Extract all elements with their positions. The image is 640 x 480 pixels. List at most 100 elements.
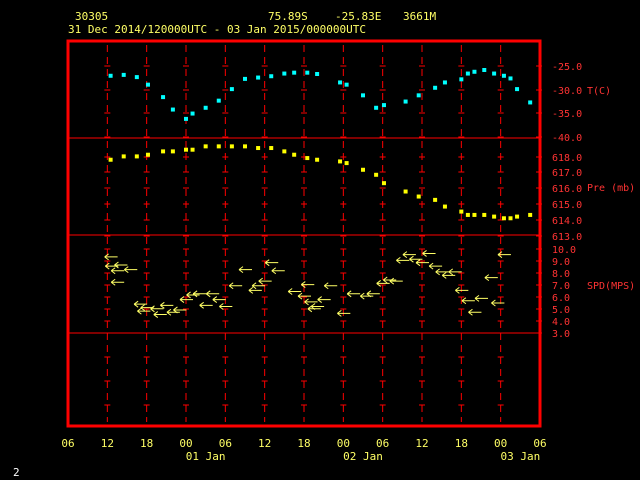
y-tick-label: 617.0 [552,168,582,179]
x-tick-label: 06 [533,437,546,450]
wind-arrow [402,251,416,258]
pressure-point [216,144,221,149]
temperature-point [145,82,150,87]
wind-arrow [346,290,361,298]
temperature-point [374,105,379,110]
y-tick-label: 616.0 [552,184,582,195]
pressure-point [229,144,234,149]
panel-label-wind_speed: SPD(MPS) [587,281,635,292]
wind-arrow [192,290,207,298]
wind-arrow [484,274,498,282]
wind-arrow [110,278,125,286]
x-tick-label: 00 [494,437,507,450]
pressure-point [203,144,208,149]
pressure-point [508,216,513,221]
pressure-point [305,156,310,161]
wind-arrow [110,267,125,275]
pressure-point [134,154,139,159]
wind-arrow [199,301,213,309]
pressure-point [433,197,438,202]
x-day-label: 02 Jan [343,450,383,463]
pressure-point [145,152,150,157]
temperature-point [465,71,470,76]
temperature-point [442,80,447,85]
pressure-point [459,209,464,214]
pressure-point [515,214,520,219]
pressure-point [416,194,421,199]
wind-arrow [287,288,302,295]
temperature-point [282,71,287,76]
wind-arrow [160,301,174,309]
page-number: 2 [13,466,20,479]
panel-label-temperature: T(C) [587,86,611,97]
wind-arrow [123,266,138,273]
pressure-point [472,212,477,217]
x-tick-label: 12 [415,437,428,450]
pressure-point [184,147,188,152]
temperature-point [203,105,208,110]
temperature-point [184,116,188,121]
pressure-point [528,212,533,217]
y-tick-label: 10.0 [552,245,576,256]
x-tick-label: 12 [258,437,271,450]
temperature-point [508,76,513,81]
temperature-point [134,75,139,80]
y-tick-label: 7.0 [552,281,570,292]
wind-arrow [104,253,118,261]
temperature-point [501,73,506,78]
x-day-label: 03 Jan [500,450,540,463]
temperature-point [361,93,365,98]
temperature-point [528,100,533,105]
pressure-point [108,157,113,162]
x-tick-label: 18 [455,437,468,450]
y-tick-label: -40.0 [552,133,582,144]
wind-arrow [382,276,397,284]
wind-arrow [396,256,410,264]
pressure-point [442,204,447,209]
wind-arrow [497,251,511,258]
temperature-point [243,76,247,81]
y-tick-label: 613.0 [552,232,582,243]
x-tick-label: 00 [337,437,350,450]
pressure-point [492,214,497,219]
y-tick-label: 618.0 [552,153,582,164]
wind-arrow [205,290,220,298]
pressure-point [282,149,287,154]
wind-arrow [133,300,148,308]
y-tick-label: 3.0 [552,329,570,340]
pressure-point [501,216,506,221]
wind-arrow [474,295,488,302]
temperature-point [305,70,310,75]
wind-arrow [448,268,462,276]
pressure-point [243,144,247,149]
y-tick-label: 5.0 [552,305,570,316]
pressure-point [338,159,343,164]
pressure-point [361,167,365,172]
pressure-point [170,149,175,154]
pressure-point [315,157,320,162]
pressure-point [269,146,274,151]
x-tick-label: 06 [219,437,232,450]
temperature-point [492,71,497,76]
y-tick-label: 4.0 [552,317,570,328]
wind-arrow [304,298,318,306]
pressure-point [256,146,261,151]
wind-arrow [428,262,443,270]
y-tick-label: -25.0 [552,62,582,73]
pressure-point [403,189,408,194]
temperature-point [344,82,349,87]
wind-arrow [422,250,436,257]
temperature-point [472,69,477,74]
wind-arrow [435,268,449,276]
x-tick-label: 18 [140,437,153,450]
temperature-point [315,72,320,76]
temperature-point [381,103,386,108]
temperature-point [515,87,520,92]
temperature-point [216,98,221,103]
temperature-point [256,75,261,80]
y-tick-label: 614.0 [552,216,582,227]
temperature-point [338,80,343,85]
pressure-point [190,147,195,152]
pressure-point [292,152,297,157]
temperature-point [170,107,175,112]
